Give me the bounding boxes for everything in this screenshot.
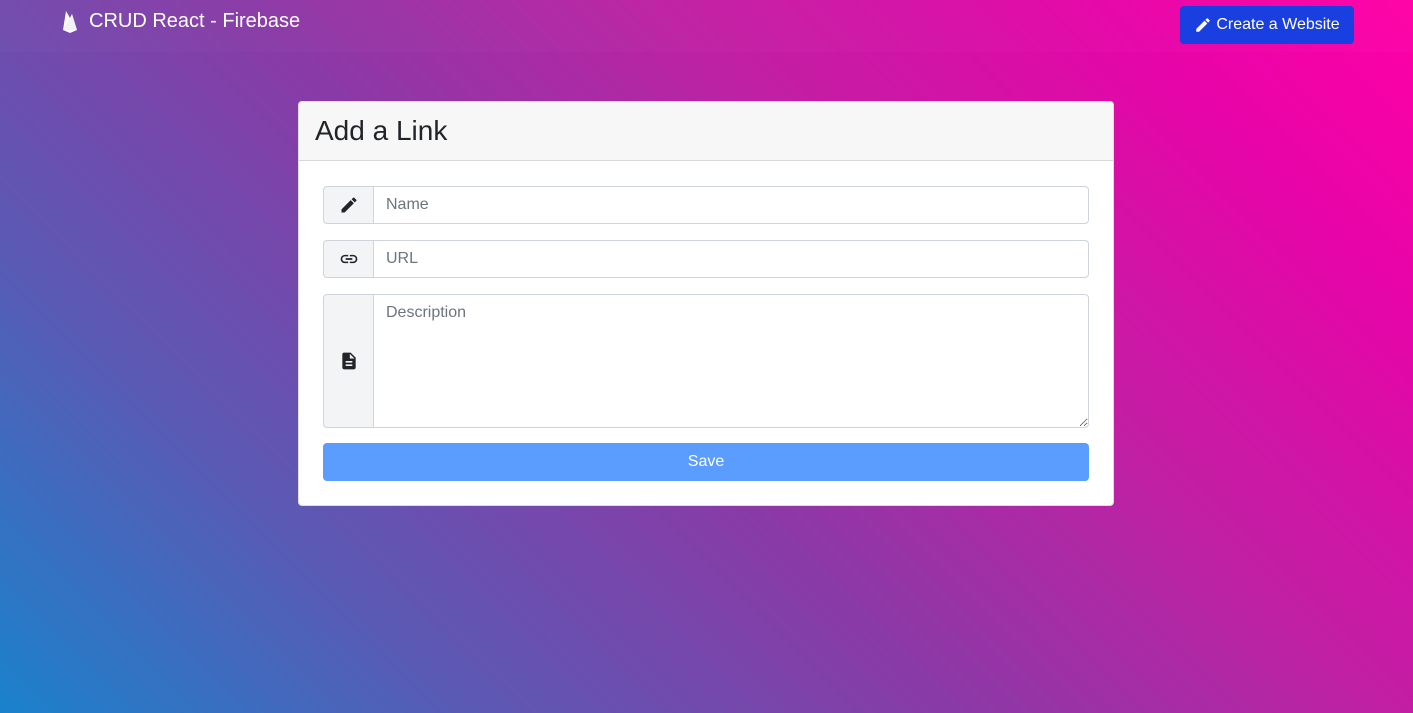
pencil-icon bbox=[1196, 18, 1211, 32]
link-icon bbox=[340, 254, 357, 264]
name-field-group bbox=[323, 186, 1089, 224]
navbar: CRUD React - Firebase Create a Website bbox=[0, 0, 1413, 52]
brand-title: CRUD React - Firebase bbox=[89, 9, 301, 32]
url-field-group bbox=[323, 240, 1089, 278]
create-website-button[interactable]: Create a Website bbox=[1180, 6, 1354, 44]
description-addon bbox=[323, 294, 373, 428]
pencil-icon bbox=[341, 197, 357, 213]
document-icon bbox=[341, 352, 356, 370]
brand[interactable]: CRUD React - Firebase bbox=[60, 9, 300, 33]
card-title: Add a Link bbox=[315, 115, 448, 146]
card-header: Add a Link bbox=[299, 102, 1113, 161]
firebase-icon bbox=[63, 11, 77, 33]
name-addon bbox=[323, 186, 373, 224]
save-button[interactable]: Save bbox=[323, 443, 1089, 481]
description-field-group bbox=[323, 294, 1089, 428]
url-input[interactable] bbox=[373, 240, 1089, 278]
create-website-label: Create a Website bbox=[1216, 16, 1340, 33]
name-input[interactable] bbox=[373, 186, 1089, 224]
add-link-card: Add a Link Save bbox=[298, 101, 1114, 506]
description-textarea[interactable] bbox=[373, 294, 1089, 428]
url-addon bbox=[323, 240, 373, 278]
